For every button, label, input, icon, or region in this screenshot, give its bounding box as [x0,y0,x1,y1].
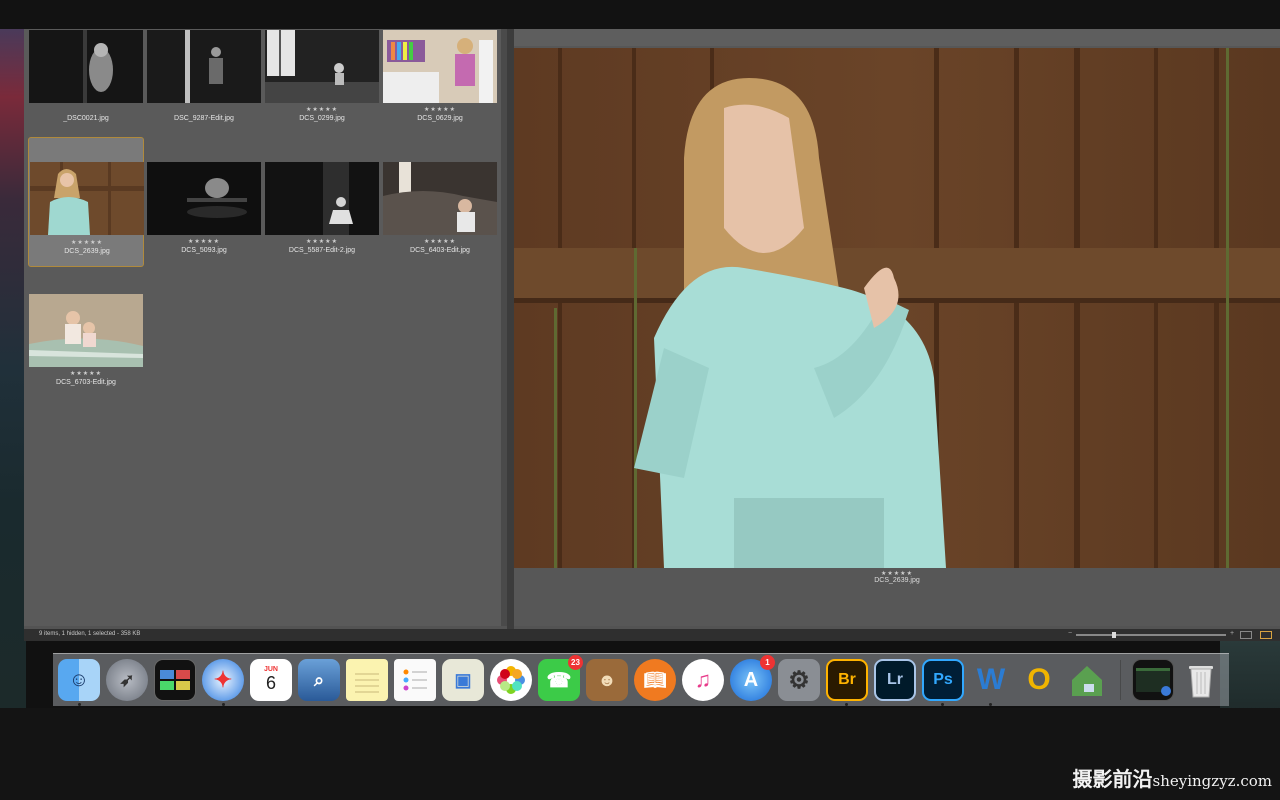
preview-header [514,29,1280,46]
thumbnail-filename[interactable]: DCS_5587-Edit-2.jpg [264,247,380,254]
pane-divider[interactable] [507,29,514,641]
outlook-icon[interactable]: O [1018,659,1060,701]
watermark: 摄影前沿sheyingzyz.com [1073,763,1272,792]
thumbnail-filename[interactable]: DSC_9287-Edit.jpg [146,115,262,122]
image-capture-icon[interactable]: ⌕ [298,659,340,701]
mission-control-icon[interactable] [154,659,196,701]
thumbnail-image[interactable] [29,294,143,367]
desktop-wallpaper-right [1220,640,1280,710]
thumbnail-image[interactable] [383,30,497,103]
screen: _DSC0021.jpg DSC_9287-Edit.jpg ★★★★★ DCS… [0,0,1280,800]
preview-app-icon[interactable]: ▣ [442,659,484,701]
thumbnail-rating[interactable]: ★★★★★ [264,238,380,245]
notes-icon[interactable] [346,659,388,701]
content-browser: _DSC0021.jpg DSC_9287-Edit.jpg ★★★★★ DCS… [24,29,507,626]
watermark-url: sheyingzyz.com [1152,772,1272,790]
zoom-in-icon[interactable]: + [1230,630,1234,637]
calendar-icon[interactable]: JUN 6 [250,659,292,701]
adobe-lightroom-icon[interactable]: Lr [874,659,916,701]
itunes-icon[interactable]: ♫ [682,659,724,701]
slider-handle[interactable] [1112,632,1116,638]
view-as-details-button[interactable] [1240,631,1252,639]
watermark-cn: 摄影前沿 [1072,767,1153,791]
status-bar: 9 items, 1 hidden, 1 selected - 358 KB −… [24,629,1280,641]
reminders-icon[interactable] [394,659,436,701]
thumbnail-filename[interactable]: DCS_6403-Edit.jpg [382,247,498,254]
running-indicator [941,703,944,706]
thumbnail-cell[interactable]: ★★★★★ DCS_6703-Edit.jpg [28,293,144,423]
running-indicator [222,703,225,706]
thumbnail-filename[interactable]: DCS_0299.jpg [264,115,380,122]
running-indicator [989,703,992,706]
system-preferences-icon[interactable]: ⚙ [778,659,820,701]
adobe-bridge-icon[interactable]: Br [826,659,868,701]
thumbnail-rating[interactable]: ★★★★★ [382,106,498,113]
thumbnail-image[interactable] [383,162,497,235]
photos-icon[interactable] [490,659,532,701]
thumbnail-rating[interactable]: ★★★★★ [382,238,498,245]
microsoft-word-icon[interactable]: W [970,659,1012,701]
view-as-thumbnails-button[interactable] [1260,631,1272,639]
safari-icon[interactable]: ✦ [202,659,244,701]
preview-filename[interactable]: DCS_2639.jpg [514,577,1280,584]
notification-badge: 1 [760,655,775,670]
finder-icon[interactable]: ☺ [58,659,100,701]
preview-rating[interactable]: ★★★★★ [514,570,1280,577]
running-indicator [845,703,848,706]
thumbnail-cell[interactable]: ★★★★★ DCS_0629.jpg [382,29,498,159]
thumbnail-filename[interactable]: _DSC0021.jpg [28,115,144,122]
downloads-stack-icon[interactable] [1132,659,1174,701]
thumbnail-rating[interactable]: ★★★★★ [28,370,144,377]
preview-panel: ★★★★★ DCS_2639.jpg [514,29,1280,626]
desktop-wallpaper [0,29,26,709]
zoom-out-icon[interactable]: − [1068,630,1072,637]
thumbnail-cell[interactable]: ★★★★★ DCS_5093.jpg [146,161,262,291]
thumbnail-image[interactable] [265,30,379,103]
thumbnail-rating[interactable]: ★★★★★ [146,238,262,245]
app-store-icon[interactable]: A 1 [730,655,775,701]
thumbnail-image[interactable] [147,30,261,103]
trash-icon[interactable] [1180,659,1222,701]
thumbnail-cell[interactable]: ★★★★★ DCS_0299.jpg [264,29,380,159]
bridge-window: _DSC0021.jpg DSC_9287-Edit.jpg ★★★★★ DCS… [24,29,1280,641]
thumbnail-rating[interactable]: ★★★★★ [264,106,380,113]
thumbnail-image[interactable] [265,162,379,235]
thumbnail-cell[interactable]: DSC_9287-Edit.jpg [146,29,262,159]
calendar-month: JUN [263,666,278,673]
thumbnail-image[interactable] [29,30,143,103]
thumbnail-size-slider[interactable] [1076,634,1226,636]
ibooks-icon[interactable]: 📖︎ [634,659,676,701]
preview-image[interactable] [514,48,1280,568]
top-bar [0,0,1280,29]
adobe-photoshop-icon[interactable]: Ps [922,659,964,701]
home-app-icon[interactable] [1066,659,1108,701]
thumbnail-filename[interactable]: DCS_6703-Edit.jpg [28,379,144,386]
thumbnail-cell[interactable]: ★★★★★ DCS_5587-Edit-2.jpg [264,161,380,291]
thumbnail-filename[interactable]: DCS_2639.jpg [29,248,145,255]
calendar-day: 6 [265,673,276,693]
launchpad-icon[interactable]: ➶ [106,659,148,701]
contacts-icon[interactable]: ☻ [586,659,628,701]
facetime-icon[interactable]: ☎ 23 [538,655,583,701]
thumbnail-rating[interactable]: ★★★★★ [29,239,145,246]
running-indicator [78,703,81,706]
thumbnail-cell-selected[interactable]: ★★★★★ DCS_2639.jpg [28,137,144,267]
thumbnail-filename[interactable]: DCS_0629.jpg [382,115,498,122]
thumbnail-image[interactable] [147,162,261,235]
item-count-status: 9 items, 1 hidden, 1 selected - 358 KB [39,631,141,637]
notification-badge: 23 [568,655,583,670]
thumbnail-filename[interactable]: DCS_5093.jpg [146,247,262,254]
thumbnail-cell[interactable]: ★★★★★ DCS_6403-Edit.jpg [382,161,498,291]
dock-separator [1120,660,1121,700]
dock: ☺ ➶ ✦ JUN 6 ⌕ ▣ ☎ 23 ☻ 📖︎ ♫ A 1 ⚙ Br Lr … [53,653,1229,706]
thumbnail-image[interactable] [30,162,144,235]
